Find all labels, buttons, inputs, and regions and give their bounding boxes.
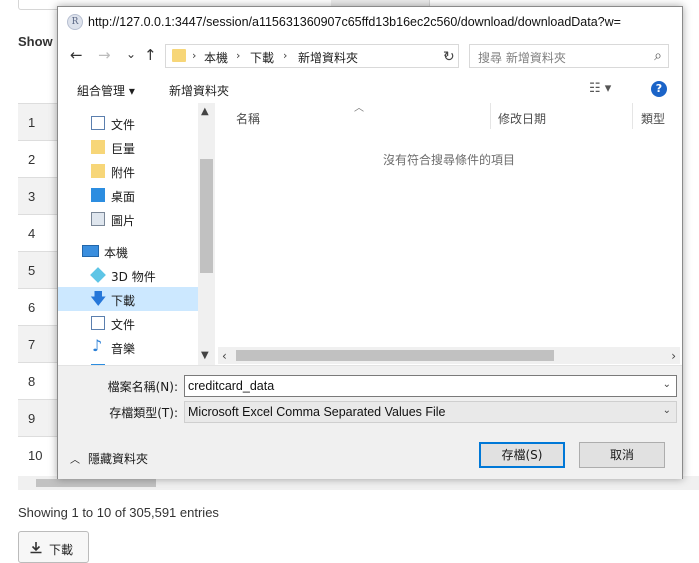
- help-icon[interactable]: ?: [651, 81, 667, 97]
- breadcrumb-separator-icon: ›: [236, 49, 241, 62]
- chevron-down-icon[interactable]: ⌄: [663, 405, 671, 416]
- desktop-icon: [91, 188, 105, 202]
- folder-icon: [172, 49, 186, 62]
- empty-message: 沒有符合搜尋條件的項目: [382, 153, 515, 167]
- command-bar: 組合管理 ▾ 新增資料夾 ☷ ▾ ?: [58, 75, 682, 103]
- chevron-up-icon: ︿: [70, 455, 80, 466]
- breadcrumb-item[interactable]: 下載: [250, 49, 274, 66]
- save-form: 檔案名稱(N): creditcard_data ⌄ 存檔類型(T): Micr…: [58, 365, 682, 479]
- new-folder-button[interactable]: 新增資料夾: [169, 82, 229, 99]
- nav-pane-scrollbar[interactable]: ▲ ▼: [198, 103, 215, 365]
- computer-icon: [82, 245, 99, 257]
- nav-item-downloads[interactable]: 🡇 下載: [58, 287, 198, 311]
- dialog-title: http://127.0.0.1:3447/session/a115631360…: [88, 15, 621, 29]
- breadcrumb-item[interactable]: 本機: [204, 49, 228, 66]
- filetype-value: Microsoft Excel Comma Separated Values F…: [188, 405, 446, 419]
- table-info: Showing 1 to 10 of 305,591 entries: [18, 505, 219, 520]
- row-number: 10: [28, 448, 43, 463]
- up-folder-icon[interactable]: ↑: [144, 46, 157, 64]
- nav-item-bigdata[interactable]: 巨量: [58, 135, 198, 159]
- column-date-modified[interactable]: 修改日期: [498, 110, 546, 127]
- nav-item-attachments[interactable]: 附件: [58, 159, 198, 183]
- filename-input[interactable]: creditcard_data ⌄: [184, 375, 677, 397]
- column-divider[interactable]: [632, 103, 633, 129]
- dialog-titlebar: R http://127.0.0.1:3447/session/a1156313…: [58, 7, 682, 37]
- refresh-icon[interactable]: ↻: [443, 49, 455, 65]
- document-icon: [91, 316, 105, 330]
- nav-item-pictures[interactable]: 圖片: [58, 207, 198, 231]
- download-button-label: 下載: [49, 543, 74, 557]
- nav-item-documents-2[interactable]: 文件: [58, 311, 198, 335]
- chevron-down-icon[interactable]: ⌄: [663, 379, 671, 390]
- r-app-icon: R: [67, 14, 83, 30]
- search-icon: ⌕: [654, 48, 662, 64]
- scroll-right-icon[interactable]: ›: [671, 349, 676, 363]
- nav-item-music[interactable]: ♪ 音樂: [58, 335, 198, 359]
- sort-ascending-icon: ︿: [354, 103, 364, 114]
- row-number: 8: [28, 374, 36, 389]
- forward-arrow-icon[interactable]: →: [98, 46, 111, 64]
- row-number: 1: [28, 115, 36, 130]
- breadcrumb-separator-icon: ›: [192, 49, 197, 62]
- search-placeholder: 搜尋 新增資料夾: [478, 51, 566, 65]
- folder-icon: [91, 140, 105, 154]
- filename-label: 檔案名稱(N):: [107, 380, 178, 394]
- hide-folders-toggle[interactable]: ︿ 隱藏資料夾: [70, 450, 148, 467]
- back-arrow-icon[interactable]: ←: [70, 46, 83, 64]
- scroll-up-icon[interactable]: ▲: [201, 106, 209, 117]
- search-input[interactable]: 搜尋 新增資料夾 ⌕: [469, 44, 669, 68]
- row-number: 4: [28, 226, 36, 241]
- nav-item-desktop[interactable]: 桌面: [58, 183, 198, 207]
- file-list[interactable]: ︿ 名稱 修改日期 類型 沒有符合搜尋條件的項目 ‹ ›: [218, 103, 680, 365]
- filename-value: creditcard_data: [188, 379, 275, 393]
- column-header-row: ︿ 名稱 修改日期 類型: [218, 103, 680, 129]
- download-icon: [29, 541, 43, 558]
- filetype-label: 存檔類型(T):: [109, 406, 178, 420]
- row-number: 5: [28, 263, 36, 278]
- organize-menu[interactable]: 組合管理 ▾: [77, 82, 135, 99]
- row-number: 9: [28, 411, 36, 426]
- breadcrumb-item[interactable]: 新增資料夾: [298, 49, 358, 66]
- show-entries-label: Show: [18, 34, 53, 49]
- row-number: 3: [28, 189, 36, 204]
- save-as-dialog: R http://127.0.0.1:3447/session/a1156313…: [57, 6, 683, 479]
- pictures-icon: [91, 212, 105, 226]
- recent-locations-icon[interactable]: ⌄: [126, 47, 136, 61]
- music-note-icon: ♪: [92, 336, 103, 355]
- hide-folders-label: 隱藏資料夾: [88, 452, 149, 466]
- table-right-edge: [683, 0, 699, 478]
- cancel-button[interactable]: 取消: [579, 442, 665, 468]
- nav-item-3d-objects[interactable]: 3D 物件: [58, 263, 198, 287]
- column-type[interactable]: 類型: [641, 110, 665, 127]
- nav-item-documents[interactable]: 文件: [58, 111, 198, 135]
- scrollbar-thumb[interactable]: [200, 159, 213, 273]
- breadcrumb-separator-icon: ›: [283, 49, 288, 62]
- file-list-horizontal-scrollbar[interactable]: ‹ ›: [218, 347, 680, 364]
- scrollbar-thumb[interactable]: [236, 350, 554, 361]
- scroll-left-icon[interactable]: ‹: [222, 349, 227, 363]
- filetype-select[interactable]: Microsoft Excel Comma Separated Values F…: [184, 401, 677, 423]
- nav-item-this-pc[interactable]: 本機: [58, 239, 198, 263]
- save-button[interactable]: 存檔(S): [479, 442, 565, 468]
- navigation-bar: ← → ⌄ ↑ › 本機 › 下載 › 新增資料夾 ⌄ ↻ 搜尋 新增資料夾 ⌕: [58, 37, 682, 71]
- column-divider[interactable]: [490, 103, 491, 129]
- folder-icon: [91, 164, 105, 178]
- 3d-objects-icon: [90, 267, 106, 283]
- row-number: 6: [28, 300, 36, 315]
- download-button[interactable]: 下載: [18, 531, 89, 563]
- scroll-down-icon[interactable]: ▼: [201, 350, 209, 361]
- address-bar[interactable]: › 本機 › 下載 › 新增資料夾 ⌄: [165, 44, 459, 68]
- row-number: 7: [28, 337, 36, 352]
- document-icon: [91, 116, 105, 130]
- navigation-pane: 文件 巨量 附件 桌面 圖片 本機 3D 物件 🡇 下載 文件 ♪ 音樂 ▲ ▼: [58, 103, 215, 365]
- row-number: 2: [28, 152, 36, 167]
- column-name[interactable]: 名稱: [236, 110, 260, 127]
- view-options-icon[interactable]: ☷ ▾: [589, 81, 611, 96]
- scrollbar-thumb[interactable]: [36, 479, 156, 487]
